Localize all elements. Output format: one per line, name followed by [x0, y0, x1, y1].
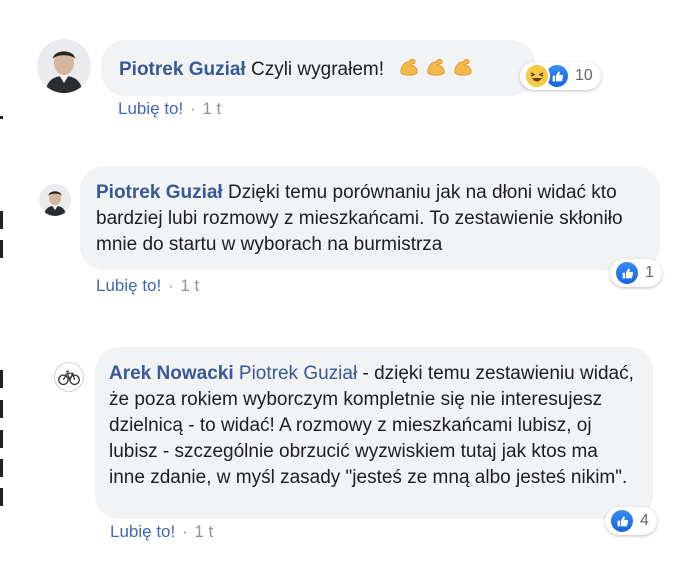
bicycle-avatar-icon: [58, 370, 80, 386]
comment-bubble: Arek Nowacki Piotrek Guział - dzięki tem…: [95, 347, 653, 519]
separator: ·: [181, 522, 188, 541]
reaction-summary[interactable]: 10: [520, 62, 601, 90]
separator: ·: [167, 276, 174, 295]
like-reaction-icon: [614, 260, 640, 286]
like-link[interactable]: Lubię to!: [96, 276, 161, 295]
comment-actions: Lubię to! · 1 t: [118, 99, 221, 119]
like-link[interactable]: Lubię to!: [118, 99, 183, 118]
comment-text: Czyli wygrałem!: [250, 59, 385, 80]
edge-mark: [0, 211, 3, 229]
like-reaction-icon: [609, 508, 635, 534]
edge-mark: [0, 400, 3, 418]
avatar[interactable]: [39, 184, 71, 216]
comment-author[interactable]: Piotrek Guział: [119, 59, 246, 80]
comment-actions: Lubię to! · 1 t: [96, 276, 199, 296]
person-avatar-icon: [39, 184, 71, 216]
edge-mark: [0, 430, 3, 448]
edge-mark: [0, 240, 3, 258]
haha-reaction-icon: [524, 63, 550, 89]
like-link[interactable]: Lubię to!: [110, 522, 175, 541]
comment-bubble: Piotrek Guział Czyli wygrałem!: [101, 40, 535, 96]
emoji-group: [397, 55, 475, 79]
avatar[interactable]: [54, 362, 84, 392]
flexed-biceps-icon: [397, 55, 421, 79]
avatar[interactable]: [37, 39, 91, 93]
comment-author[interactable]: Arek Nowacki: [109, 363, 234, 384]
reaction-count: 4: [640, 512, 649, 529]
reaction-count: 1: [645, 264, 654, 281]
reaction-count: 10: [575, 67, 593, 84]
edge-mark: [0, 459, 3, 477]
person-avatar-icon: [37, 39, 91, 93]
flexed-biceps-icon: [424, 55, 448, 79]
edge-mark: [0, 370, 3, 388]
reaction-summary[interactable]: 1: [610, 259, 662, 287]
comment-actions: Lubię to! · 1 t: [110, 522, 213, 542]
timestamp[interactable]: 1 t: [194, 522, 213, 541]
edge-mark: [0, 488, 3, 506]
comment-author[interactable]: Piotrek Guział: [96, 182, 223, 203]
comment-mention[interactable]: Piotrek Guział: [239, 363, 357, 384]
flexed-biceps-icon: [451, 55, 475, 79]
separator: ·: [189, 99, 196, 118]
edge-mark: [0, 116, 3, 119]
timestamp[interactable]: 1 t: [202, 99, 221, 118]
comment-bubble: Piotrek Guział Dzięki temu porównaniu ja…: [80, 166, 660, 270]
reaction-summary[interactable]: 4: [605, 507, 657, 535]
timestamp[interactable]: 1 t: [180, 276, 199, 295]
